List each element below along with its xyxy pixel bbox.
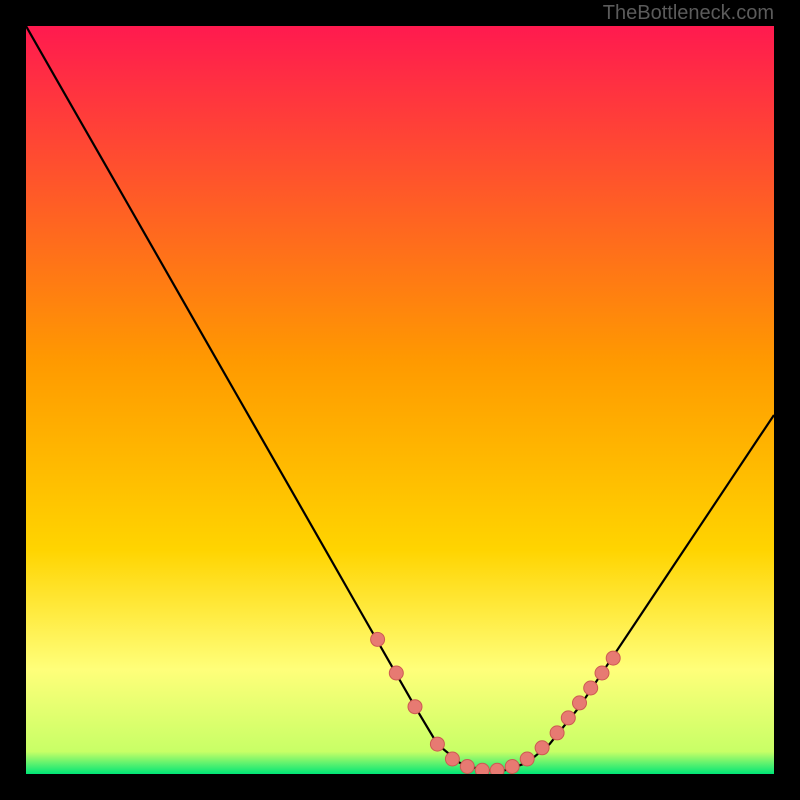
marker-dot — [505, 760, 519, 774]
marker-dot — [520, 752, 534, 766]
marker-dot — [445, 752, 459, 766]
marker-dot — [584, 681, 598, 695]
marker-dot — [430, 737, 444, 751]
marker-dot — [389, 666, 403, 680]
chart-svg — [26, 26, 774, 774]
marker-dot — [550, 726, 564, 740]
marker-dot — [606, 651, 620, 665]
marker-dot — [561, 711, 575, 725]
marker-dot — [371, 632, 385, 646]
marker-dot — [490, 763, 504, 774]
marker-dot — [595, 666, 609, 680]
marker-dot — [535, 741, 549, 755]
marker-dot — [573, 696, 587, 710]
plot-area — [26, 26, 774, 774]
marker-dot — [475, 763, 489, 774]
marker-dot — [460, 760, 474, 774]
watermark-text: TheBottleneck.com — [603, 2, 774, 25]
marker-dot — [408, 700, 422, 714]
chart-frame: TheBottleneck.com — [0, 0, 800, 800]
